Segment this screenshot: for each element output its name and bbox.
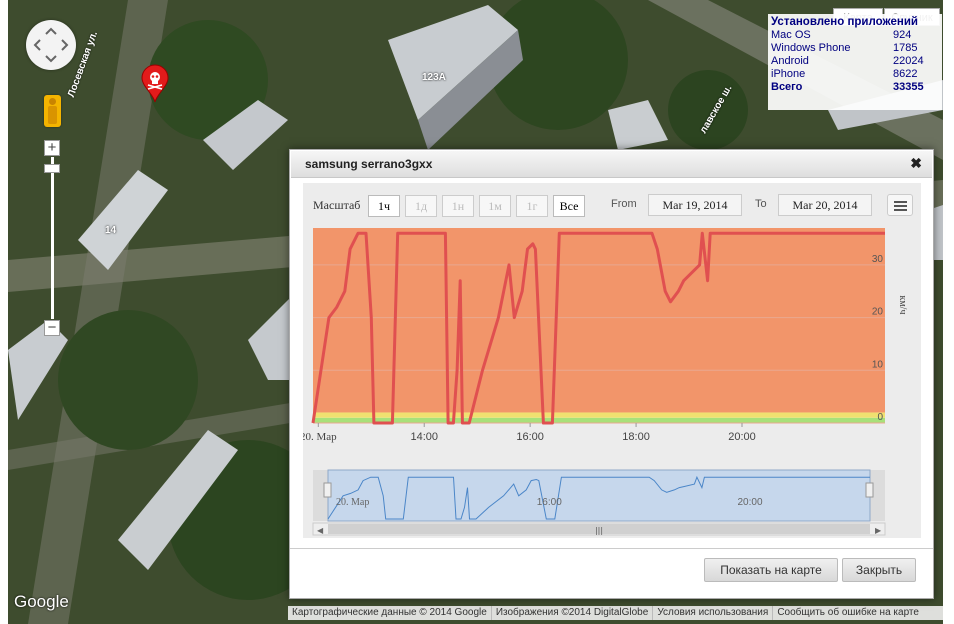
zoom-slider-handle[interactable] xyxy=(44,164,60,173)
navigator-tick-label: 20. Мар xyxy=(336,497,369,508)
device-dialog: samsung serrano3gxx ✖ Масштаб 1ч 1д 1н 1… xyxy=(289,149,934,599)
y-tick-label: 0 xyxy=(877,412,883,423)
navigator-tick-label: 16:00 xyxy=(537,497,562,508)
scrollbar-grip-icon: ||| xyxy=(595,526,603,535)
scroll-right-arrow-icon: ▶ xyxy=(875,526,882,535)
pan-arrows-icon xyxy=(33,27,69,63)
speed-band xyxy=(313,417,885,423)
speed-band xyxy=(313,412,885,418)
x-tick-label: 20:00 xyxy=(728,431,756,443)
stats-total-name: Всего xyxy=(771,81,803,93)
google-logo: Google xyxy=(14,592,69,611)
map-data-credit: Картографические данные © 2014 Google xyxy=(292,607,487,618)
navigator-tick-label: 20:00 xyxy=(738,497,763,508)
show-on-map-button[interactable]: Показать на карте xyxy=(704,558,838,582)
speed-band xyxy=(313,228,885,413)
dialog-divider xyxy=(290,548,933,549)
y-tick-label: 20 xyxy=(872,307,884,318)
device-marker-skull-icon[interactable] xyxy=(140,64,170,104)
x-tick-label: 14:00 xyxy=(410,431,438,443)
stats-title: Установлено приложений xyxy=(771,16,919,28)
dialog-header[interactable]: samsung serrano3gxx ✖ xyxy=(291,151,932,178)
x-tick-label: 20. Мар xyxy=(303,431,337,443)
x-tick-label: 18:00 xyxy=(622,431,650,443)
zoom-slider-track[interactable] xyxy=(51,157,54,319)
map-footer: Картографические данные © 2014 Google Из… xyxy=(288,606,943,620)
x-tick-label: 16:00 xyxy=(516,431,544,443)
stats-row: Mac OS 924 xyxy=(771,29,939,42)
navigator-right-handle xyxy=(865,482,874,498)
stats-row: iPhone 8622 xyxy=(771,68,939,81)
navigator-left-handle xyxy=(323,482,332,498)
speed-chart-panel: Масштаб 1ч 1д 1н 1м 1г Все From Mar 19, … xyxy=(303,183,921,538)
report-error-link[interactable]: Сообщить об ошибке на карте xyxy=(772,606,923,620)
building-label: 123А xyxy=(422,72,446,83)
pan-control[interactable] xyxy=(26,20,76,70)
y-tick-label: 30 xyxy=(872,254,884,265)
terms-link[interactable]: Условия использования xyxy=(652,606,772,620)
installed-apps-panel: Установлено приложений Mac OS 924 Windows… xyxy=(768,14,942,110)
stats-row: Windows Phone 1785 xyxy=(771,42,939,55)
stats-name: iPhone xyxy=(771,68,806,80)
y-tick-label: 10 xyxy=(872,359,884,370)
street-view-pegman-icon[interactable] xyxy=(44,95,61,127)
zoom-in-button[interactable]: + xyxy=(44,140,60,156)
stats-value: 8622 xyxy=(893,68,918,80)
stats-table: Mac OS 924 Windows Phone 1785 Android 22024… xyxy=(771,29,939,94)
close-button[interactable]: Закрыть xyxy=(842,558,916,582)
stats-name: Windows Phone xyxy=(771,42,851,54)
stats-total-row: Всего 33355 xyxy=(771,81,939,94)
stats-value: 924 xyxy=(893,29,912,41)
stats-name: Mac OS xyxy=(771,29,811,41)
zoom-out-button[interactable]: − xyxy=(44,320,60,336)
stats-value: 22024 xyxy=(893,55,924,67)
stats-row: Android 22024 xyxy=(771,55,939,68)
scroll-left-arrow-icon: ◀ xyxy=(317,526,324,535)
y-axis-label: км/ч xyxy=(897,296,908,315)
dialog-close-icon[interactable]: ✖ xyxy=(910,155,922,172)
stats-value: 1785 xyxy=(893,42,918,54)
dialog-title: samsung serrano3gxx xyxy=(305,157,433,171)
stats-total-value: 33355 xyxy=(893,81,924,93)
stats-name: Android xyxy=(771,55,809,67)
imagery-credit: Изображения ©2014 DigitalGlobe xyxy=(490,606,653,620)
speed-chart[interactable]: 0 10 20 30 км/ч 20. Мар 14:00 16:00 18:00 20:00 20… xyxy=(303,183,921,538)
building-label: 14 xyxy=(105,225,117,236)
